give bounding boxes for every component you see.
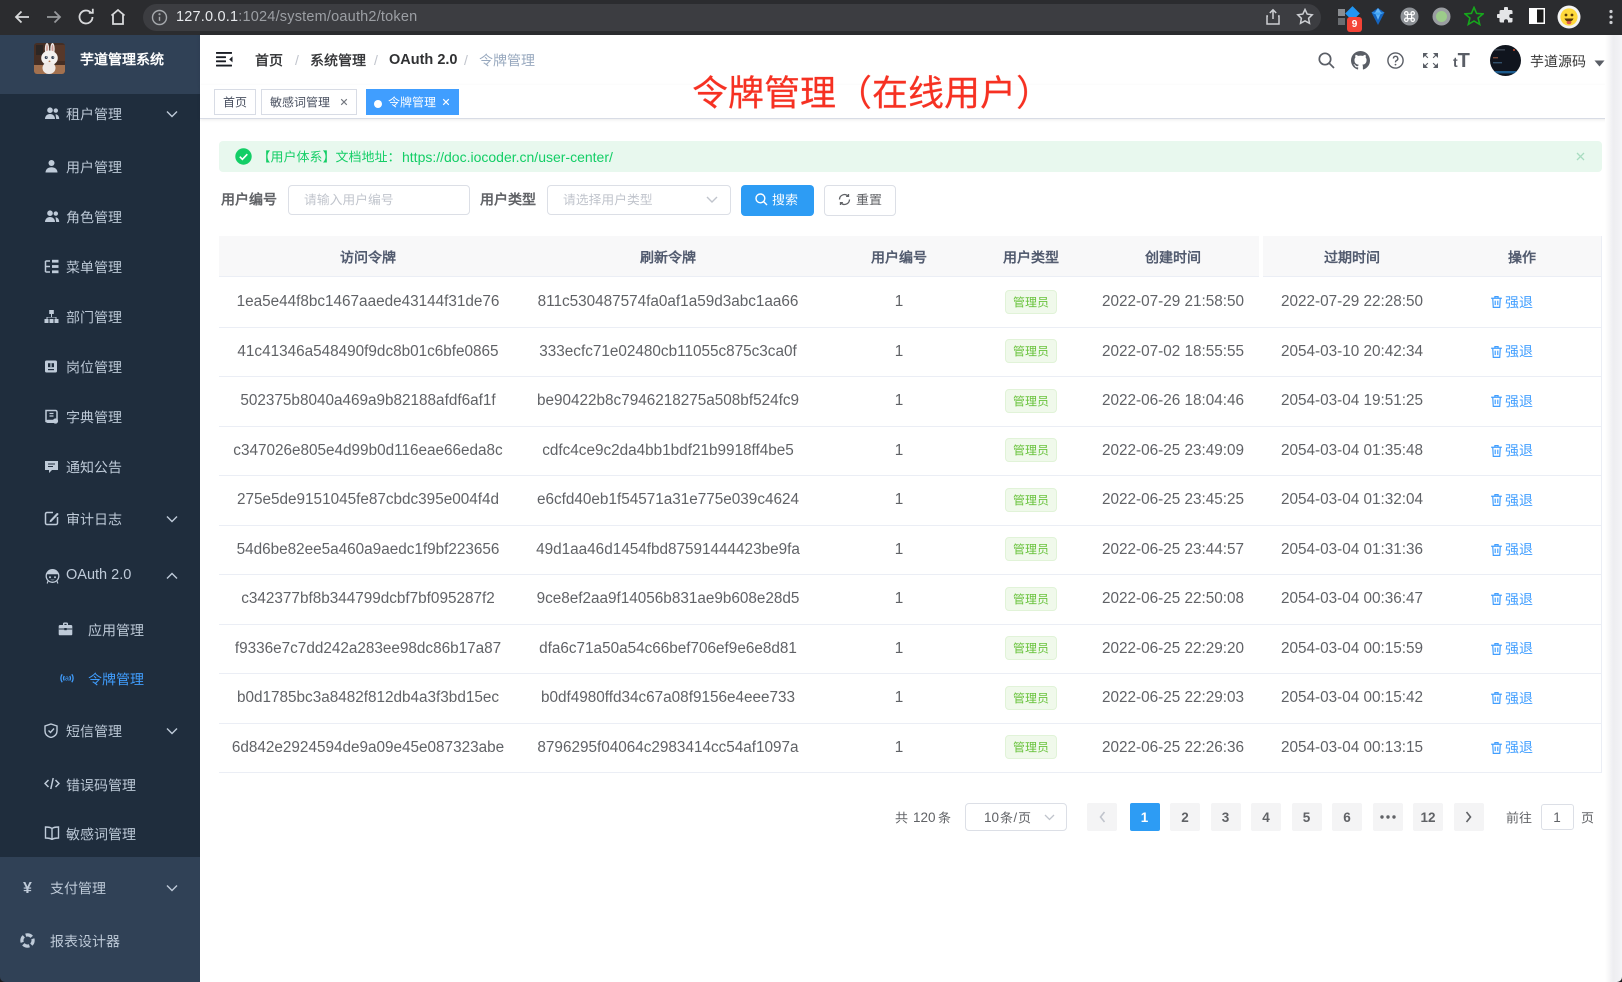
svg-text:a: a — [65, 676, 69, 683]
svg-text:¥: ¥ — [23, 880, 32, 895]
